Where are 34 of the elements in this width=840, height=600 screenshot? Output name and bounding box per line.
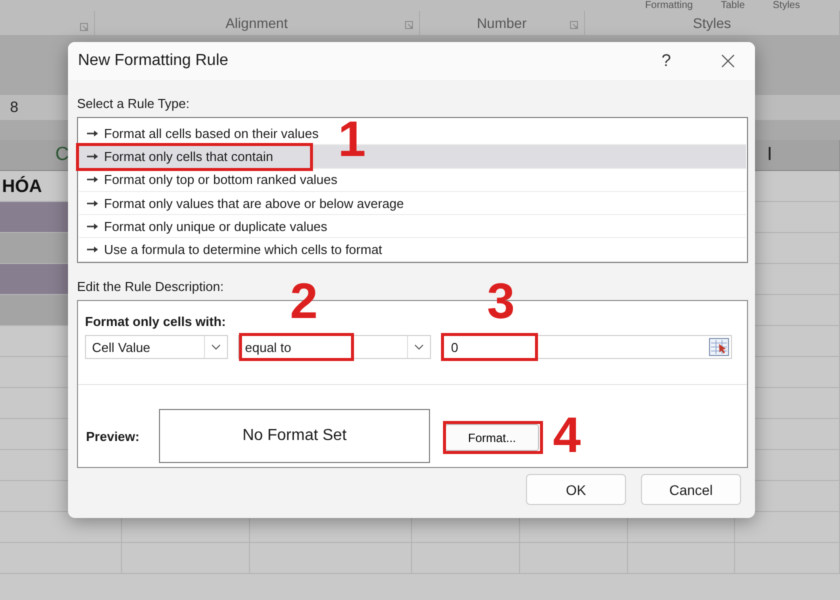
arrow-icon: [87, 200, 98, 207]
arrow-icon: [87, 152, 98, 160]
rule-type-item[interactable]: Format only unique or duplicate values: [79, 215, 746, 238]
dropdown[interactable]: Cell Value: [85, 335, 228, 359]
help-button[interactable]: ?: [662, 51, 671, 71]
close-icon[interactable]: [721, 54, 735, 68]
arrow-icon: [87, 176, 98, 184]
range-select-icon[interactable]: [709, 338, 729, 356]
condition-label: Format only cells with:: [85, 314, 227, 329]
step-number: 2: [290, 276, 318, 326]
arrow-icon: [87, 222, 98, 230]
rule-type-item[interactable]: Use a formula to determine which cells to format: [79, 238, 746, 262]
rule-type-item[interactable]: Format only top or bottom ranked values: [79, 168, 746, 192]
preview-box: No Format Set: [159, 409, 430, 463]
preview-label: Preview:: [86, 429, 140, 444]
row-value: 8: [10, 99, 18, 116]
ribbon-group-label: Alignment: [225, 15, 288, 31]
ribbon-label: Formatting: [645, 0, 693, 11]
arrow-icon: [87, 130, 98, 137]
arrow-icon: [87, 246, 98, 254]
window-title: New Formatting Rule: [78, 52, 230, 70]
ribbon-group-label: Number: [476, 15, 527, 31]
ribbon-group-label: Styles: [692, 15, 732, 31]
ribbon-label: Table: [720, 0, 745, 11]
section-label: Edit the Rule Description:: [77, 279, 225, 294]
rule-type-item[interactable]: Format only values that are above or below average: [79, 192, 746, 216]
dropdown[interactable]: equal to: [238, 335, 431, 359]
step-number: 4: [553, 410, 581, 460]
dialog-button[interactable]: Cancel: [641, 474, 741, 505]
format-button[interactable]: Format...: [445, 424, 539, 451]
ribbon-label: Styles: [772, 0, 800, 11]
section-label: Select a Rule Type:: [77, 96, 190, 111]
dialog-button[interactable]: OK: [526, 474, 626, 505]
step-number: 3: [487, 276, 515, 326]
